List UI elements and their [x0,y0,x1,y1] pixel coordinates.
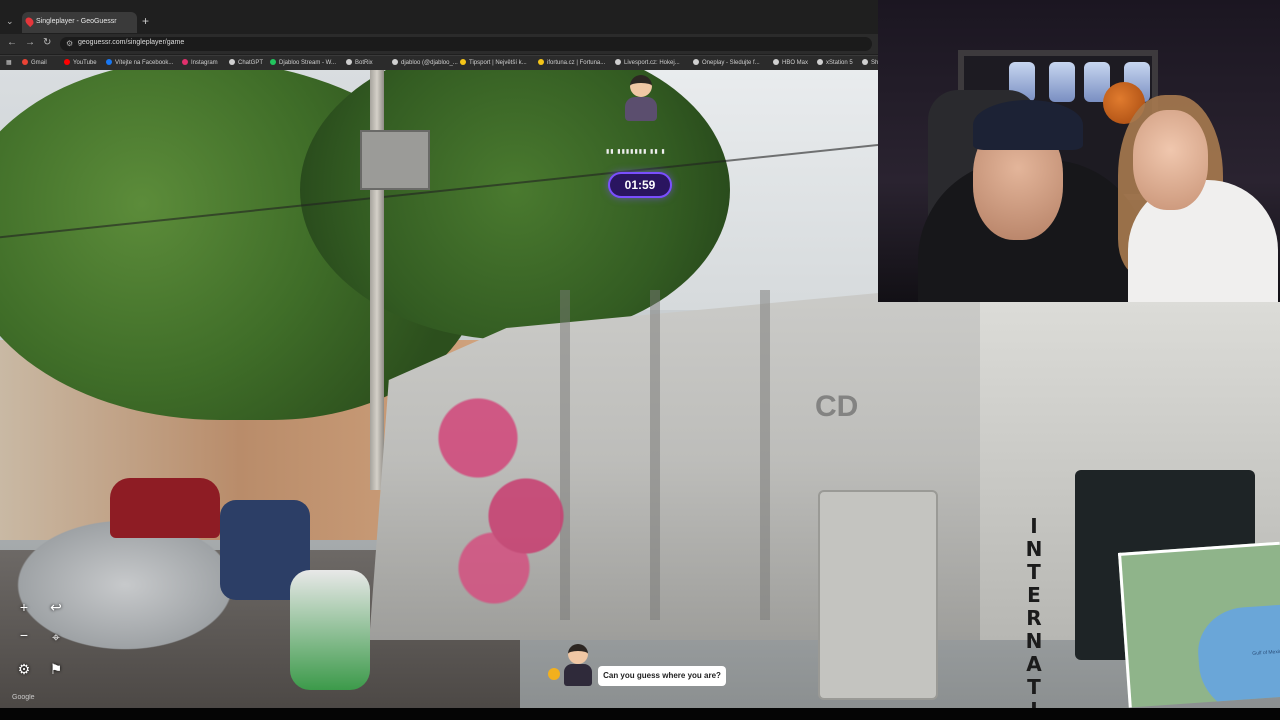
zoom-out-button[interactable]: − [14,625,34,645]
player-avatar [625,75,657,123]
bottom-bar [0,708,1280,720]
geoguessr-favicon-icon [23,15,36,28]
bookmark-label: HBO Max [782,60,809,66]
bookmark-item[interactable]: ifortuna.cz | Fortuna... [538,59,605,66]
bookmark-label: djabloo (@djabloo_... [401,60,458,66]
forward-icon[interactable]: → [25,37,35,48]
bookmark-favicon-icon [392,59,398,65]
bookmark-item[interactable]: Tipsport | Největší k... [460,59,527,66]
zoom-in-button[interactable]: + [14,597,34,617]
tab-geoguessr[interactable]: Singleplayer - GeoGuessr ✕ [22,12,137,33]
bookmark-label: ChatGPT [238,60,264,66]
bookmark-item[interactable]: HBO Max [773,59,808,66]
bookmark-favicon-icon [615,59,621,65]
bookmark-favicon-icon [270,59,276,65]
truck-panel [818,490,938,700]
round-timer: 01:59 [608,172,672,198]
back-icon[interactable]: ← [7,37,17,48]
apps-icon[interactable]: ▦ [6,59,12,66]
bookmark-item[interactable]: Gmail [22,59,47,66]
guest-face [1133,110,1208,210]
truck-rib [760,290,770,620]
bookmark-item[interactable]: Djabloo Stream - W... [270,59,336,66]
streamer-cap [973,100,1083,150]
bookmark-favicon-icon [22,59,28,65]
avatar-body [625,97,657,121]
webcam-overlay [878,0,1280,302]
return-to-start-icon[interactable]: ⌖ [46,627,66,647]
garbage-bags [290,570,370,690]
truck-rib [650,290,660,620]
red-car [110,478,220,538]
undo-icon[interactable]: ↩ [46,597,66,617]
bookmark-label: Djabloo Stream - W... [279,60,337,66]
bookmark-item[interactable]: ChatGPT [229,59,263,66]
url-text[interactable]: geoguessr.com/singleplayer/game [78,39,184,46]
new-tab-icon[interactable]: + [142,14,149,28]
tab-bar: ⌄ Singleplayer - GeoGuessr ✕ + [0,12,878,33]
bookmark-label: YouTube [73,60,97,66]
address-bar: ← → ↻ ⚙ geoguessr.com/singleplayer/game [0,34,878,54]
site-info-icon[interactable]: ⚙ [66,39,73,48]
bookmark-favicon-icon [693,59,699,65]
bookmark-label: Gmail [31,60,47,66]
bookmark-label: BotRix [355,60,373,66]
bookmarks-bar: ▦ Gmail YouTube Vítejte na Facebook... Inst… [0,55,882,70]
bookmark-item[interactable]: xStation 5 [817,59,853,66]
bookmark-item[interactable]: Oneplay - Sledujte f... [693,59,760,66]
bookmark-item[interactable]: YouTube [64,59,97,66]
bookmark-label: ifortuna.cz | Fortuna... [547,60,606,66]
bookmark-favicon-icon [817,59,823,65]
bookmark-favicon-icon [773,59,779,65]
browser-chrome: ⌄ Singleplayer - GeoGuessr ✕ + ← → ↻ ⚙ g… [0,0,882,70]
bookmark-favicon-icon [182,59,188,65]
bookmark-favicon-icon [460,59,466,65]
bookmark-favicon-icon [346,59,352,65]
tab-title: Singleplayer - GeoGuessr [36,18,117,25]
guess-minimap[interactable]: Gulf of Mexico [1118,541,1280,708]
bookmark-label: Oneplay - Sledujte f... [702,60,760,66]
prompt-avatar [560,644,594,690]
bookmark-item[interactable]: djabloo (@djabloo_... [392,59,458,66]
screen: CD INTERNATIO ⌄ Singleplayer - GeoGuessr… [0,0,1280,720]
jar [1049,62,1075,102]
google-attribution: Google [12,694,35,701]
bookmark-favicon-icon [538,59,544,65]
bookmark-item[interactable]: Vítejte na Facebook... [106,59,173,66]
reload-icon[interactable]: ↻ [43,37,51,48]
bookmark-favicon-icon [862,59,868,65]
bookmark-item[interactable]: Livesport.cz: Hokej... [615,59,680,66]
bookmark-label: Instagram [191,60,218,66]
tab-search-icon[interactable]: ⌄ [6,16,14,27]
truck-brand-text: INTERNATIO [1025,514,1043,720]
avatar-head [630,75,652,97]
truck-logo: CD [815,390,859,423]
graffiti [430,360,590,620]
settings-gear-icon[interactable]: ⚙ [14,659,34,679]
bookmark-favicon-icon [106,59,112,65]
bookmark-label: Tipsport | Největší k... [469,60,527,66]
bookmark-label: Vítejte na Facebook... [115,60,174,66]
avatar-head [568,644,588,664]
coin-icon [548,668,560,680]
bookmark-favicon-icon [64,59,70,65]
transformer [360,130,430,190]
avatar-body [564,664,592,686]
bookmark-label: xStation 5 [826,60,853,66]
bookmark-label: Livesport.cz: Hokej... [624,60,680,66]
bookmark-item[interactable]: BotRix [346,59,373,66]
bookmark-item[interactable]: Instagram [182,59,218,66]
guess-prompt-bubble: Can you guess where you are? [598,666,726,686]
round-progress-bar: ▮▮ ▮▮▮▮▮▮▮ ▮▮ ▮ [606,149,666,155]
flag-icon[interactable]: ⚑ [46,659,66,679]
bookmark-favicon-icon [229,59,235,65]
